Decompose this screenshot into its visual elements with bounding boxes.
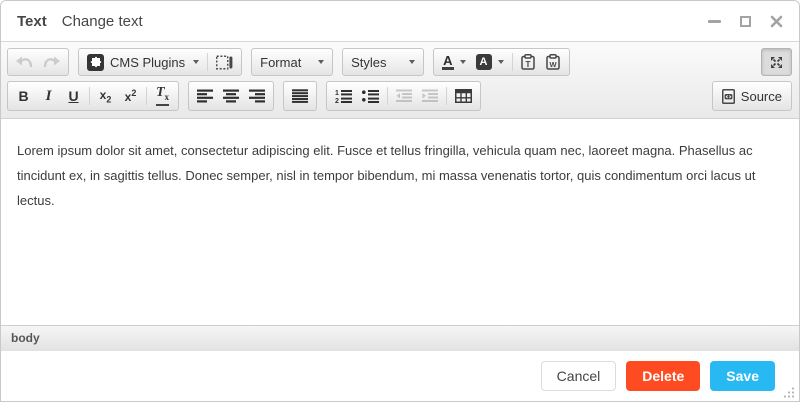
svg-text:1: 1 <box>335 90 339 97</box>
align-center-button[interactable] <box>218 84 244 108</box>
indent-button[interactable] <box>417 84 443 108</box>
separator <box>387 87 388 105</box>
svg-text:T: T <box>525 59 531 69</box>
format-label: Format <box>260 55 301 70</box>
maximize-editor-button[interactable] <box>761 48 792 76</box>
outdent-icon <box>396 89 412 103</box>
cms-plugins-button[interactable]: CMS Plugins <box>82 50 204 74</box>
editor-paragraph[interactable]: Lorem ipsum dolor sit amet, consectetur … <box>17 138 783 213</box>
window-controls <box>707 14 783 28</box>
background-color-button[interactable]: A <box>471 50 509 74</box>
remove-format-button[interactable]: Tx <box>150 84 175 108</box>
fullscreen-icon <box>769 55 784 70</box>
editor-toolbar: CMS Plugins Format <box>1 41 799 119</box>
resize-grip-icon <box>784 387 795 398</box>
list-indent-group: 1 2 <box>326 81 481 111</box>
chevron-down-icon <box>460 60 466 64</box>
source-button[interactable]: Source <box>712 81 792 111</box>
chevron-down-icon <box>193 60 199 64</box>
paste-text-icon: T <box>521 54 535 70</box>
dialog-titlebar: Text Change text <box>1 1 799 41</box>
toolbar-row-1: CMS Plugins Format <box>7 48 793 76</box>
minimize-button[interactable] <box>707 14 721 28</box>
close-button[interactable] <box>769 14 783 28</box>
close-icon <box>770 15 783 28</box>
element-path-body[interactable]: body <box>11 331 40 345</box>
table-icon <box>455 89 472 103</box>
dialog-footer: Cancel Delete Save <box>1 351 799 401</box>
maximize-window-button[interactable] <box>738 14 752 28</box>
delete-button[interactable]: Delete <box>626 361 700 391</box>
source-icon <box>722 89 735 104</box>
underline-button[interactable]: U <box>61 84 86 108</box>
align-right-icon <box>249 89 265 103</box>
text-color-button[interactable]: A <box>437 50 470 74</box>
separator <box>89 87 90 105</box>
align-right-button[interactable] <box>244 84 270 108</box>
paste-as-text-button[interactable]: T <box>516 50 541 74</box>
chevron-down-icon <box>498 60 504 64</box>
styles-label: Styles <box>351 55 386 70</box>
basicstyles-group: B I U x2 x2 Tx <box>7 81 179 111</box>
superscript-button[interactable]: x2 <box>118 84 143 108</box>
separator <box>146 87 147 105</box>
color-paste-group: A A T <box>433 48 569 76</box>
cms-plugins-group: CMS Plugins <box>78 48 242 76</box>
bold-button[interactable]: B <box>11 84 36 108</box>
alignment-group <box>188 81 274 111</box>
element-path-bar: body <box>1 325 799 351</box>
numbered-list-button[interactable]: 1 2 <box>330 84 357 108</box>
format-dropdown[interactable]: Format <box>255 50 329 74</box>
styles-dropdown[interactable]: Styles <box>346 50 420 74</box>
separator <box>512 53 513 71</box>
redo-button[interactable] <box>38 50 65 74</box>
dialog-subtitle: Change text <box>62 13 143 30</box>
show-blocks-button[interactable] <box>211 50 238 74</box>
outdent-button[interactable] <box>391 84 417 108</box>
subscript-button[interactable]: x2 <box>93 84 118 108</box>
undo-icon <box>16 56 33 68</box>
align-left-icon <box>197 89 213 103</box>
maximize-icon <box>740 16 751 27</box>
paste-from-word-button[interactable]: W <box>541 50 566 74</box>
chevron-down-icon <box>409 60 415 64</box>
styles-group: Styles <box>342 48 424 76</box>
italic-button[interactable]: I <box>36 84 61 108</box>
paste-word-icon: W <box>546 54 560 70</box>
format-group: Format <box>251 48 333 76</box>
align-center-icon <box>223 89 239 103</box>
background-color-icon: A <box>476 54 492 70</box>
undo-group <box>7 48 69 76</box>
separator <box>446 87 447 105</box>
bulleted-list-icon <box>362 89 379 103</box>
resize-grip[interactable] <box>784 387 795 398</box>
svg-text:2: 2 <box>335 98 339 103</box>
text-color-icon: A <box>442 54 453 70</box>
toolbar-row-2: B I U x2 x2 Tx <box>7 81 793 111</box>
align-left-button[interactable] <box>192 84 218 108</box>
bulleted-list-button[interactable] <box>357 84 384 108</box>
minimize-icon <box>708 20 721 23</box>
indent-icon <box>422 89 438 103</box>
justify-button[interactable] <box>287 84 313 108</box>
insert-table-button[interactable] <box>450 84 477 108</box>
cms-plugins-label: CMS Plugins <box>110 55 185 70</box>
editor-content[interactable]: Lorem ipsum dolor sit amet, consectetur … <box>1 119 799 325</box>
separator <box>207 53 208 71</box>
svg-text:W: W <box>549 60 557 69</box>
undo-button[interactable] <box>11 50 38 74</box>
source-label: Source <box>741 89 782 104</box>
cancel-button[interactable]: Cancel <box>541 361 617 391</box>
justify-icon <box>292 89 308 103</box>
save-button[interactable]: Save <box>710 361 775 391</box>
show-blocks-icon <box>216 55 233 70</box>
puzzle-icon <box>87 54 104 71</box>
numbered-list-icon: 1 2 <box>335 89 352 103</box>
dialog-title: Text <box>17 13 47 30</box>
chevron-down-icon <box>318 60 324 64</box>
justify-group <box>283 81 317 111</box>
redo-icon <box>43 56 60 68</box>
change-text-dialog: Text Change text <box>0 0 800 402</box>
